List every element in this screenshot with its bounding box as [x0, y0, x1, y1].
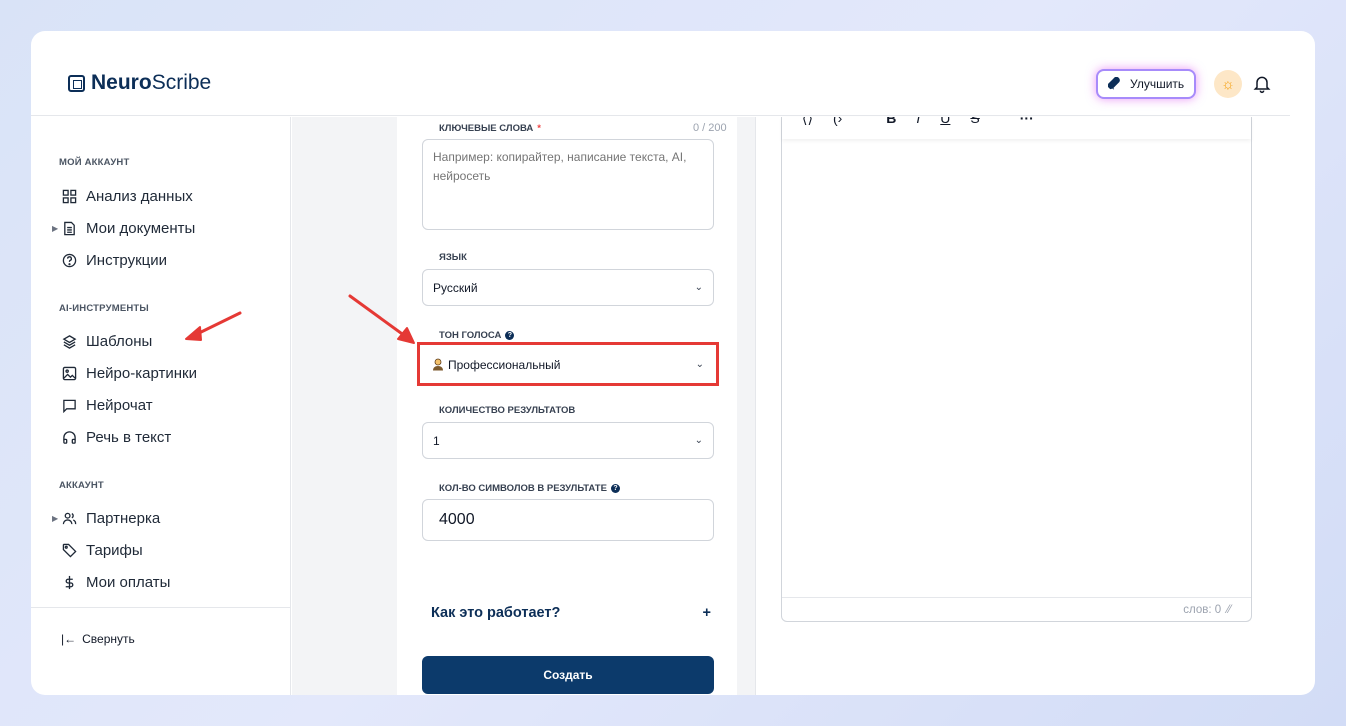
arrow-to-templates: [185, 311, 242, 341]
annotation-arrows: [185, 294, 415, 344]
arrow-to-tone-select: [348, 294, 415, 344]
